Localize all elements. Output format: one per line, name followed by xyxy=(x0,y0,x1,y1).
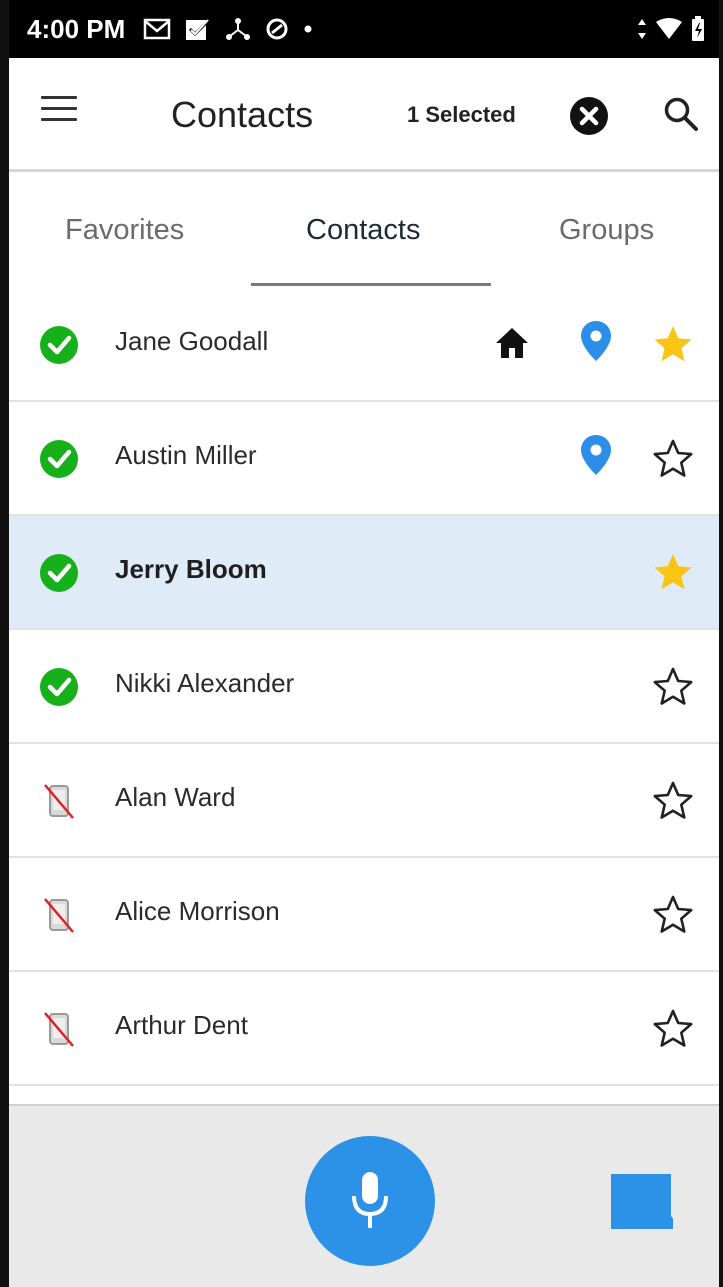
close-circle-icon xyxy=(570,97,608,135)
online-check-icon xyxy=(40,554,78,592)
search-icon xyxy=(664,97,698,131)
contact-name: Alice Morrison xyxy=(115,896,280,926)
online-check-icon xyxy=(40,326,78,364)
search-button[interactable] xyxy=(661,94,701,134)
unfavorite-star-icon[interactable] xyxy=(653,1008,693,1048)
unfavorite-star-icon[interactable] xyxy=(653,666,693,706)
tab-bar: Favorites Contacts Groups xyxy=(9,172,719,288)
contact-name: Nikki Alexander xyxy=(115,668,295,698)
clear-selection-button[interactable] xyxy=(569,96,609,136)
contact-name: Jerry Bloom xyxy=(115,554,267,584)
contact-row[interactable]: Austin Miller xyxy=(9,402,719,516)
contact-name: Alan Ward xyxy=(115,782,236,812)
contact-row[interactable]: Jane Goodall xyxy=(9,288,719,402)
online-check-icon xyxy=(40,440,78,478)
app-screen: 4:00 PM Contacts 1 Selected Favorites Co… xyxy=(0,0,723,1287)
contact-name: Austin Miller xyxy=(115,440,257,470)
home-icon xyxy=(496,328,528,358)
no-device-icon xyxy=(44,898,74,933)
selection-count: 1 Selected xyxy=(407,102,516,127)
contact-row[interactable]: Alan Ward xyxy=(9,744,719,858)
task-icon xyxy=(186,17,212,40)
microphone-button[interactable] xyxy=(305,1136,435,1266)
sync-icon xyxy=(266,18,288,40)
bottom-bar xyxy=(9,1104,719,1287)
tab-groups[interactable]: Groups xyxy=(559,214,654,247)
page-title: Contacts xyxy=(171,94,314,135)
contact-name: Jane Goodall xyxy=(115,326,269,356)
contact-name: Arthur Dent xyxy=(115,1010,248,1040)
message-button[interactable] xyxy=(609,1172,681,1230)
contact-row[interactable]: Nikki Alexander xyxy=(9,630,719,744)
unfavorite-star-icon[interactable] xyxy=(653,438,693,478)
unfavorite-star-icon[interactable] xyxy=(653,894,693,934)
gmail-icon xyxy=(144,18,171,40)
favorite-star-icon[interactable] xyxy=(653,552,693,592)
contact-row[interactable]: Arthur Dent xyxy=(9,972,719,1086)
contact-list: Jane Goodall Austin Miller Jerry Bloom Nikk… xyxy=(9,288,719,1086)
menu-icon[interactable] xyxy=(41,96,77,126)
favorite-star-icon[interactable] xyxy=(653,324,693,364)
no-device-icon xyxy=(44,1012,74,1047)
no-device-icon xyxy=(44,784,74,819)
contact-row[interactable]: Alice Morrison xyxy=(9,858,719,972)
location-pin-icon xyxy=(581,435,611,475)
status-bar: 4:00 PM xyxy=(9,0,719,58)
contact-row[interactable]: Jerry Bloom xyxy=(9,516,719,630)
tab-contacts[interactable]: Contacts xyxy=(306,214,420,247)
location-pin-icon xyxy=(581,321,611,361)
network-icon xyxy=(226,18,251,40)
notification-icons xyxy=(143,17,313,41)
unfavorite-star-icon[interactable] xyxy=(653,780,693,820)
system-icons xyxy=(637,16,705,42)
online-check-icon xyxy=(40,668,78,706)
app-bar: Contacts 1 Selected xyxy=(9,58,719,172)
message-icon xyxy=(611,1174,681,1229)
status-time: 4:00 PM xyxy=(27,13,126,44)
data-arrows-icon xyxy=(638,19,646,39)
wifi-icon xyxy=(656,18,682,39)
microphone-icon xyxy=(352,1172,388,1228)
tab-favorites[interactable]: Favorites xyxy=(65,214,184,247)
dot-icon xyxy=(304,25,312,33)
active-tab-indicator xyxy=(251,283,491,286)
battery-icon xyxy=(692,16,704,41)
